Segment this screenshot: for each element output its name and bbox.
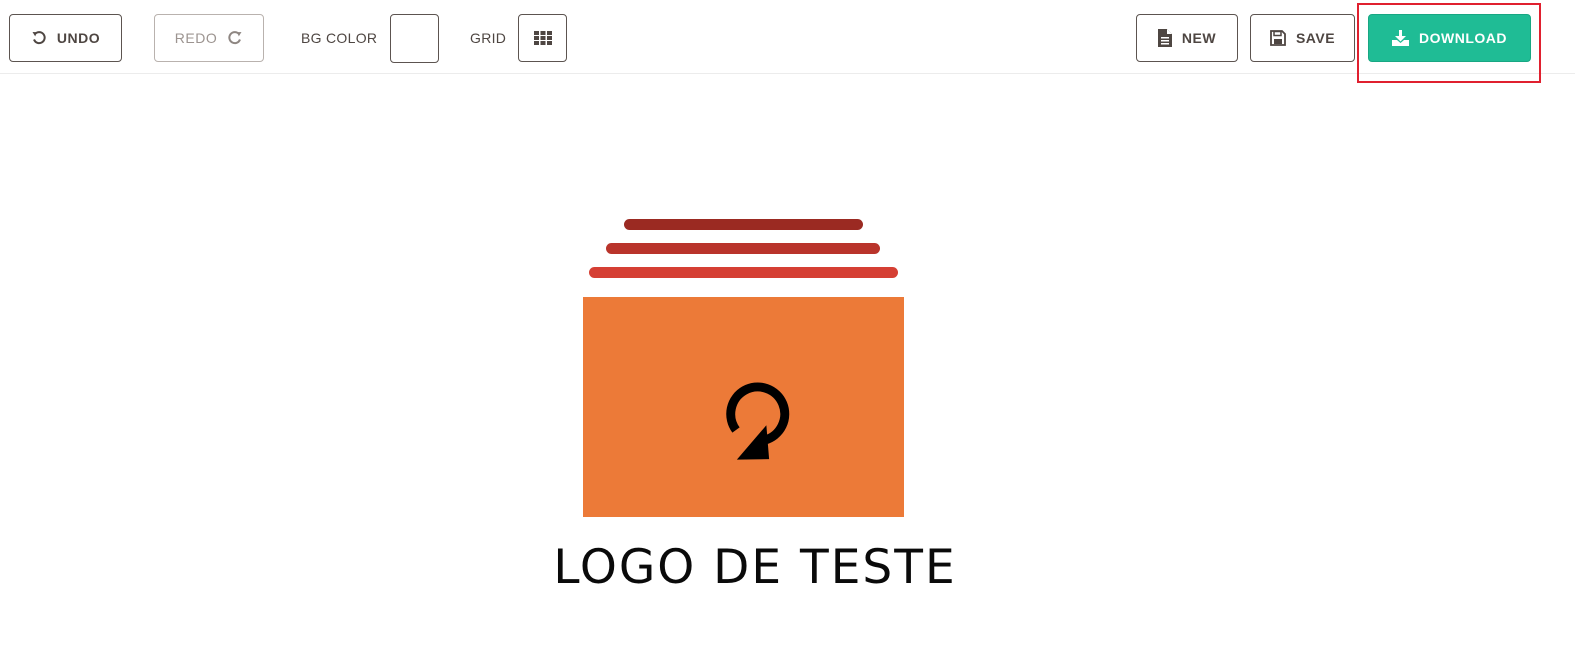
logo-text[interactable]: LOGO DE TESTE [540, 540, 970, 595]
new-label: NEW [1181, 30, 1217, 46]
grid-button[interactable] [518, 14, 567, 62]
logo-bar-bottom [589, 267, 898, 278]
bg-color-swatch[interactable] [390, 14, 439, 63]
document-icon [1157, 29, 1172, 47]
rotate-arrow-icon [711, 379, 791, 466]
undo-icon [31, 30, 47, 46]
undo-button[interactable]: UNDO [9, 14, 122, 62]
logo-box[interactable] [583, 297, 904, 517]
new-button[interactable]: NEW [1136, 14, 1238, 62]
save-button[interactable]: SAVE [1250, 14, 1355, 62]
redo-button[interactable]: REDO [154, 14, 264, 62]
floppy-disk-icon [1270, 30, 1286, 46]
toolbar: UNDO REDO BG COLOR GRID NEW SAVE DOWNLOA… [0, 0, 1575, 83]
download-highlight-box [1357, 3, 1541, 83]
redo-icon [227, 30, 243, 46]
grid-label: GRID [470, 30, 507, 46]
undo-label: UNDO [56, 30, 101, 46]
save-label: SAVE [1295, 30, 1336, 46]
grid-icon [533, 31, 552, 45]
bg-color-label: BG COLOR [301, 30, 378, 46]
redo-label: REDO [174, 30, 218, 46]
logo-bar-top [624, 219, 863, 230]
logo-bar-middle [606, 243, 880, 254]
